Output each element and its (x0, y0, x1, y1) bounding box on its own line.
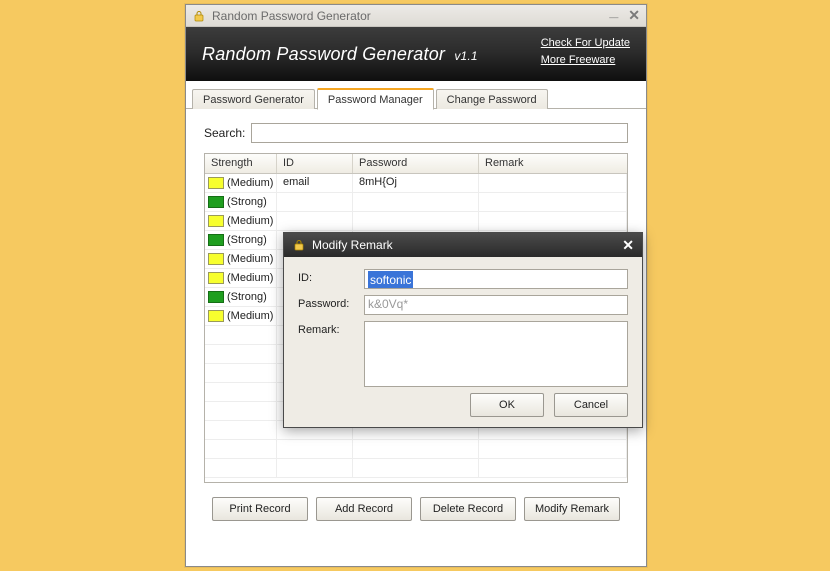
strength-text: (Strong) (227, 291, 267, 303)
table-row[interactable]: (Medium) (205, 212, 627, 231)
strength-text: (Strong) (227, 234, 267, 246)
remark-label: Remark: (298, 321, 364, 336)
id-label: ID: (298, 269, 364, 284)
modify-remark-dialog: Modify Remark ✕ ID: softonic Password: k… (283, 232, 643, 428)
more-freeware-link[interactable]: More Freeware (541, 52, 630, 69)
lock-icon (292, 238, 306, 252)
strength-swatch (208, 177, 224, 189)
strength-swatch (208, 310, 224, 322)
cell-id (277, 193, 353, 211)
cancel-button[interactable]: Cancel (554, 393, 628, 417)
tab-change-password[interactable]: Change Password (436, 89, 548, 109)
strength-swatch (208, 215, 224, 227)
th-password[interactable]: Password (353, 154, 479, 173)
close-button[interactable]: ✕ (628, 7, 640, 24)
print-record-button[interactable]: Print Record (212, 497, 308, 521)
strength-text: (Medium) (227, 177, 273, 189)
strength-text: (Strong) (227, 196, 267, 208)
strength-swatch (208, 253, 224, 265)
password-label: Password: (298, 295, 364, 310)
strength-text: (Medium) (227, 272, 273, 284)
tab-password-manager[interactable]: Password Manager (317, 88, 434, 110)
titlebar: Random Password Generator _ ✕ (186, 5, 646, 27)
cell-id (277, 212, 353, 230)
app-version: v1.1 (454, 49, 477, 63)
tabstrip: Password Generator Password Manager Chan… (186, 85, 646, 109)
dialog-title: Modify Remark (312, 238, 393, 252)
strength-text: (Medium) (227, 215, 273, 227)
cell-remark (479, 212, 627, 230)
add-record-button[interactable]: Add Record (316, 497, 412, 521)
id-field[interactable]: softonic (364, 269, 628, 289)
lock-icon (192, 9, 206, 23)
cell-remark (479, 174, 627, 192)
tab-password-generator[interactable]: Password Generator (192, 89, 315, 109)
delete-record-button[interactable]: Delete Record (420, 497, 516, 521)
strength-swatch (208, 196, 224, 208)
modify-remark-button[interactable]: Modify Remark (524, 497, 620, 521)
dialog-close-button[interactable]: ✕ (622, 238, 634, 252)
ok-button[interactable]: OK (470, 393, 544, 417)
table-row[interactable]: (Medium) email8mH{Oj (205, 174, 627, 193)
window-title: Random Password Generator (212, 9, 371, 23)
table-row[interactable] (205, 440, 627, 459)
th-id[interactable]: ID (277, 154, 353, 173)
remark-field[interactable] (364, 321, 628, 387)
strength-swatch (208, 272, 224, 284)
search-input[interactable] (251, 123, 628, 143)
th-strength[interactable]: Strength (205, 154, 277, 173)
search-label: Search: (204, 126, 245, 140)
check-update-link[interactable]: Check For Update (541, 35, 630, 52)
table-row[interactable]: (Strong) (205, 193, 627, 212)
cell-password: 8mH{Oj (353, 174, 479, 192)
minimize-button[interactable]: _ (609, 7, 618, 24)
strength-swatch (208, 291, 224, 303)
cell-id: email (277, 174, 353, 192)
cell-password (353, 193, 479, 211)
cell-password (353, 212, 479, 230)
app-title: Random Password Generator (202, 44, 445, 64)
strength-text: (Medium) (227, 310, 273, 322)
strength-text: (Medium) (227, 253, 273, 265)
th-remark[interactable]: Remark (479, 154, 627, 173)
cell-remark (479, 193, 627, 211)
app-header: Random Password Generator v1.1 Check For… (186, 27, 646, 81)
password-field[interactable]: k&0Vq* (364, 295, 628, 315)
table-row[interactable] (205, 459, 627, 478)
dialog-titlebar: Modify Remark ✕ (284, 233, 642, 257)
strength-swatch (208, 234, 224, 246)
